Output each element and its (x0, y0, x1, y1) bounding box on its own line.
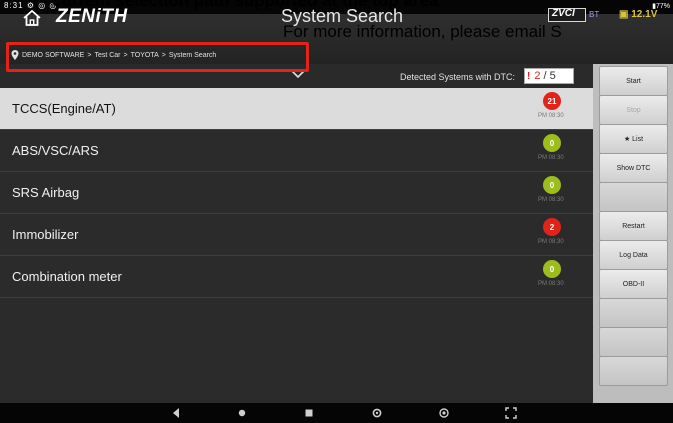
battery-icon: ▣ (619, 9, 629, 20)
warning-icon: ! (527, 70, 531, 82)
navigation-bar (0, 403, 673, 423)
dtc-count: 2 / 5 (534, 70, 555, 82)
home-icon[interactable] (22, 8, 42, 28)
system-name: ABS/VSC/ARS (12, 143, 99, 158)
dtc-badge: 0 (543, 176, 561, 194)
bluetooth-label: BT (589, 10, 600, 19)
dtc-badge: 0 (543, 134, 561, 152)
dtc-badge: 0 (543, 260, 561, 278)
stop-button[interactable]: Stop (599, 95, 668, 125)
system-row-srs-airbag[interactable]: SRS Airbag 0 PM 08:30 (0, 172, 593, 214)
scan-time: PM 08:30 (538, 155, 564, 161)
home-nav-icon[interactable] (234, 405, 250, 421)
status-time: 8:31 (4, 1, 24, 10)
log-data-button[interactable]: Log Data (599, 240, 668, 270)
system-list: TCCS(Engine/AT) 21 PM 08:30 ABS/VSC/ARS … (0, 88, 593, 403)
restart-button[interactable]: Restart (599, 211, 668, 241)
empty-action-slot (599, 356, 668, 386)
voltage-value: 12.1V (631, 9, 658, 20)
dtc-summary-count: ! 2 / 5 (524, 68, 574, 84)
scan-time: PM 08:30 (538, 197, 564, 203)
screenshot-icon[interactable] (436, 405, 452, 421)
system-name: Combination meter (12, 269, 122, 284)
list-button[interactable]: ★ List (599, 124, 668, 154)
overlay-text: For more information, please email S (283, 22, 562, 41)
scan-time: PM 08:30 (538, 113, 564, 119)
start-button[interactable]: Start (599, 66, 668, 96)
system-row-abs[interactable]: ABS/VSC/ARS 0 PM 08:30 (0, 130, 593, 172)
vci-label: ZVCI (552, 8, 575, 19)
system-row-tccs[interactable]: TCCS(Engine/AT) 21 PM 08:30 (0, 88, 593, 130)
recents-icon[interactable] (301, 405, 317, 421)
dtc-separator: / (543, 70, 547, 82)
settings-icon[interactable] (369, 405, 385, 421)
empty-action-slot (599, 327, 668, 357)
voltage-readout: ▣ 12.1V (619, 9, 657, 20)
system-row-immobilizer[interactable]: Immobilizer 2 PM 08:30 (0, 214, 593, 256)
dtc-badge: 2 (543, 218, 561, 236)
scan-time: PM 08:30 (538, 239, 564, 245)
back-icon[interactable] (168, 405, 184, 421)
system-name: SRS Airbag (12, 185, 80, 200)
system-name: TCCS(Engine/AT) (12, 101, 116, 116)
system-name: Immobilizer (12, 227, 79, 242)
empty-action-slot (599, 298, 668, 328)
dtc-total: 5 (549, 70, 556, 82)
fullscreen-icon[interactable] (503, 405, 519, 421)
obd2-button[interactable]: OBD-II (599, 269, 668, 299)
screen: 8:31 ⚙ ◎ ◎ ▮77% current selection path s… (0, 0, 673, 423)
scan-time: PM 08:30 (538, 281, 564, 287)
empty-action-slot (599, 182, 668, 212)
dtc-summary-label: Detected Systems with DTC: (400, 72, 516, 82)
dtc-badge: 21 (543, 92, 561, 110)
dtc-detected: 2 (534, 70, 541, 82)
system-row-combination-meter[interactable]: Combination meter 0 PM 08:30 (0, 256, 593, 298)
show-dtc-button[interactable]: Show DTC (599, 153, 668, 183)
breadcrumb-highlight-box (6, 42, 309, 72)
caption-text: current selection path supported at the … (52, 0, 439, 10)
